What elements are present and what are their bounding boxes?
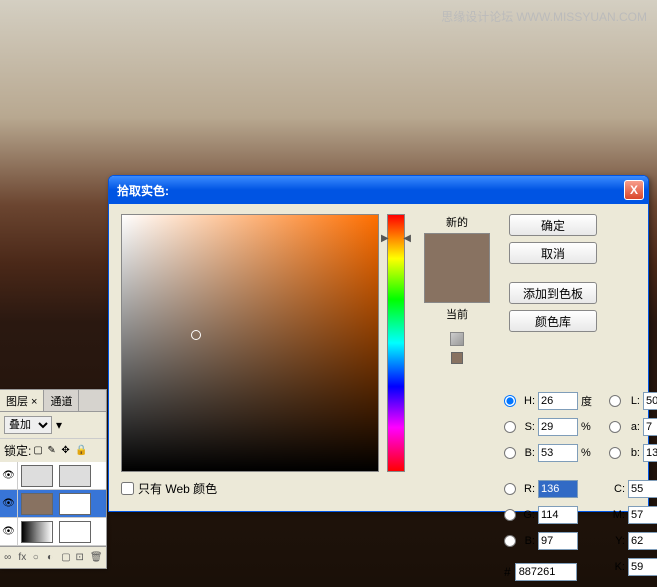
r-label: R: [519, 483, 535, 495]
hue-pointer-right-icon: ◀ [403, 233, 411, 244]
a-radio[interactable] [609, 421, 621, 433]
l-radio[interactable] [609, 395, 621, 407]
blend-mode-row: 叠加 ▾ [0, 412, 106, 438]
web-colors-checkbox[interactable] [121, 482, 134, 495]
chevron-down-icon: ▾ [56, 418, 62, 432]
lock-row: 锁定: ▢ ✎ ✥ 🔒 [0, 438, 106, 462]
color-library-button[interactable]: 颜色库 [509, 310, 597, 332]
s-label: S: [519, 421, 535, 433]
new-layer-icon[interactable]: ⊡ [76, 552, 88, 564]
watermark: 思缘设计论坛 WWW.MISSYUAN.COM [441, 8, 647, 25]
b2-input[interactable] [538, 532, 578, 550]
eye-icon[interactable]: 👁 [0, 518, 18, 546]
k-label: K: [609, 561, 625, 573]
lock-label: 锁定: [4, 442, 31, 459]
layer-thumb [21, 465, 53, 487]
add-swatch-button[interactable]: 添加到色板 [509, 282, 597, 304]
m-label: M: [609, 509, 625, 521]
layers-panel: 图层 × 通道 叠加 ▾ 锁定: ▢ ✎ ✥ 🔒 👁 👁 👁 ∞ fx ○ [0, 389, 107, 569]
hex-input[interactable] [515, 563, 577, 581]
k-input[interactable] [628, 558, 657, 576]
lab-b-label: b: [624, 447, 640, 459]
lock-all-icon[interactable]: 🔒 [75, 445, 87, 457]
blend-mode-select[interactable]: 叠加 [4, 416, 52, 434]
b2-label: B: [519, 535, 535, 547]
lab-b-radio[interactable] [609, 447, 621, 459]
layer-mask-thumb [59, 493, 91, 515]
layer-row[interactable]: 👁 [0, 490, 106, 518]
layers-tabs: 图层 × 通道 [0, 390, 106, 412]
color-picker-dialog: 拾取实色: X 只有 Web 颜色 ▶ ◀ 新的 当前 [108, 175, 649, 512]
lock-move-icon[interactable]: ✥ [61, 445, 73, 457]
layer-thumb [21, 493, 53, 515]
c-input[interactable] [628, 480, 657, 498]
tab-channels[interactable]: 通道 [44, 390, 79, 411]
lock-transparency-icon[interactable]: ▢ [33, 445, 45, 457]
l-label: L: [624, 395, 640, 407]
web-colors-checkbox-row[interactable]: 只有 Web 颜色 [121, 478, 379, 497]
h-label: H: [519, 395, 535, 407]
trash-icon[interactable]: 🗑 [90, 552, 102, 564]
current-color-swatch[interactable] [425, 268, 489, 302]
layers-list: 👁 👁 👁 [0, 462, 106, 546]
new-color-swatch[interactable] [425, 234, 489, 268]
current-color-label: 当前 [446, 306, 468, 322]
y-label: Y: [609, 535, 625, 547]
r-radio[interactable] [504, 483, 516, 495]
a-label: a: [624, 421, 640, 433]
l-input[interactable] [643, 392, 657, 410]
close-button[interactable]: X [624, 180, 644, 200]
b-input[interactable] [538, 444, 578, 462]
c-label: C: [609, 483, 625, 495]
dialog-title: 拾取实色: [117, 182, 624, 199]
b-radio[interactable] [504, 447, 516, 459]
tab-layers[interactable]: 图层 × [0, 390, 44, 411]
mask-icon[interactable]: ○ [33, 552, 45, 564]
cube-warning-icon[interactable] [450, 332, 464, 346]
titlebar[interactable]: 拾取实色: X [109, 176, 648, 204]
g-radio[interactable] [504, 509, 516, 521]
layers-footer: ∞ fx ○ ◐ ▢ ⊡ 🗑 [0, 546, 106, 568]
layer-mask-thumb [59, 465, 91, 487]
folder-icon[interactable]: ▢ [61, 552, 73, 564]
lock-brush-icon[interactable]: ✎ [47, 445, 59, 457]
lab-b-input[interactable] [643, 444, 657, 462]
web-colors-label: 只有 Web 颜色 [138, 480, 217, 497]
layer-row[interactable]: 👁 [0, 462, 106, 490]
y-input[interactable] [628, 532, 657, 550]
sv-cursor-icon [191, 330, 201, 340]
hue-pointer-left-icon: ▶ [381, 233, 389, 244]
layer-row[interactable]: 👁 [0, 518, 106, 546]
eye-icon[interactable]: 👁 [0, 490, 18, 518]
g-input[interactable] [538, 506, 578, 524]
r-input[interactable] [538, 480, 578, 498]
a-input[interactable] [643, 418, 657, 436]
m-input[interactable] [628, 506, 657, 524]
nearest-color-swatch[interactable] [451, 352, 463, 364]
adjustment-icon[interactable]: ◐ [47, 552, 59, 564]
link-icon[interactable]: ∞ [4, 552, 16, 564]
cancel-button[interactable]: 取消 [509, 242, 597, 264]
hue-slider[interactable]: ▶ ◀ [387, 214, 405, 472]
hash-label: # [504, 565, 511, 579]
g-label: G: [519, 509, 535, 521]
color-preview [424, 233, 490, 303]
b-label: B: [519, 447, 535, 459]
layer-thumb [21, 521, 53, 543]
layer-mask-thumb [59, 521, 91, 543]
s-input[interactable] [538, 418, 578, 436]
fx-icon[interactable]: fx [18, 552, 30, 564]
s-radio[interactable] [504, 421, 516, 433]
saturation-value-picker[interactable] [121, 214, 379, 472]
ok-button[interactable]: 确定 [509, 214, 597, 236]
new-color-label: 新的 [446, 214, 468, 230]
h-radio[interactable] [504, 395, 516, 407]
h-input[interactable] [538, 392, 578, 410]
eye-icon[interactable]: 👁 [0, 462, 18, 490]
b2-radio[interactable] [504, 535, 516, 547]
